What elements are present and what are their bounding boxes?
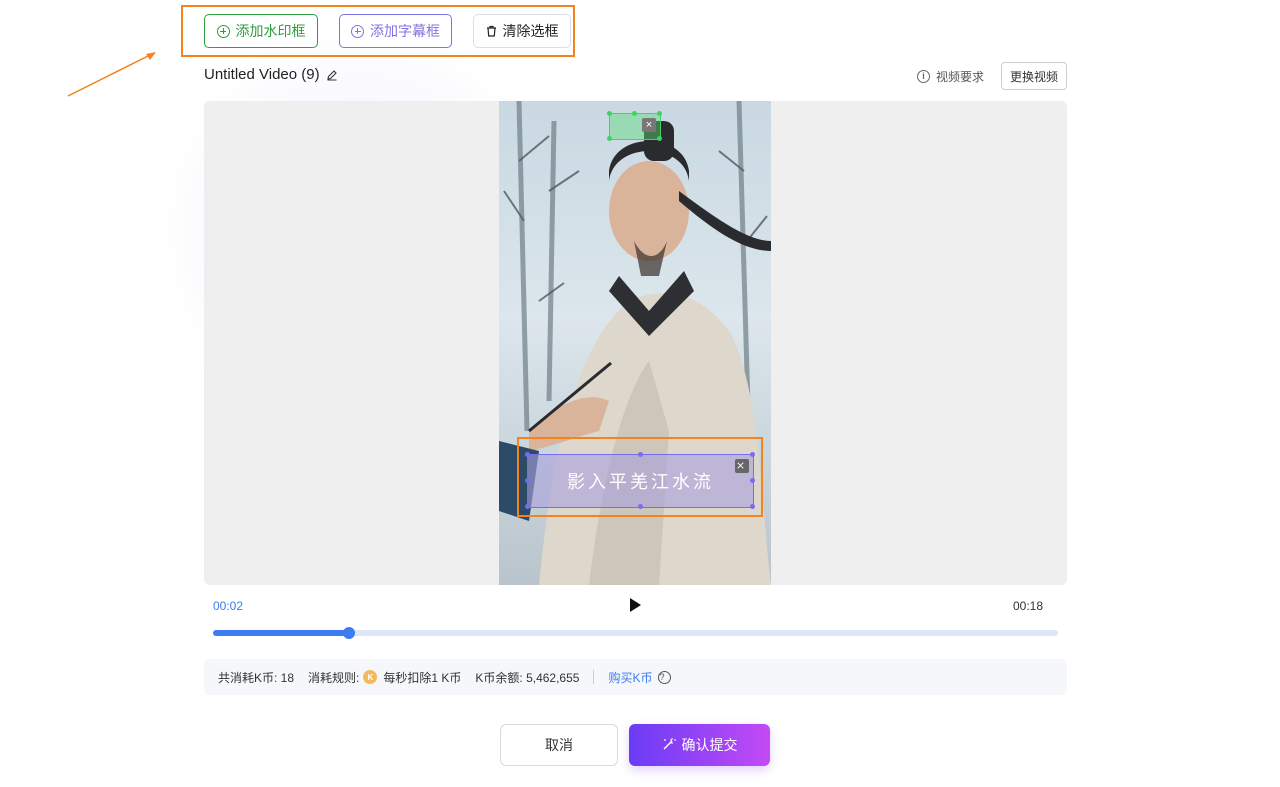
- close-icon[interactable]: ×: [642, 118, 656, 132]
- confirm-submit-button[interactable]: 确认提交: [629, 724, 770, 766]
- subtitle-highlight-box: [517, 437, 763, 517]
- trash-icon: [486, 25, 497, 37]
- resize-handle[interactable]: [657, 136, 662, 141]
- coin-balance: K币余额: 5,462,655: [475, 670, 580, 685]
- cost-rule-value: 每秒扣除1 K币: [383, 670, 462, 685]
- resize-handle[interactable]: [607, 136, 612, 141]
- video-title-row: Untitled Video (9): [204, 66, 338, 83]
- edit-pencil-icon[interactable]: [326, 69, 338, 81]
- progress-handle[interactable]: [343, 627, 356, 639]
- progress-fill: [213, 630, 350, 636]
- plus-circle-icon: [216, 24, 230, 38]
- total-cost: 共消耗K币: 18: [218, 670, 295, 685]
- watermark-selection-box[interactable]: ×: [609, 113, 661, 140]
- confirm-submit-label: 确认提交: [681, 737, 738, 753]
- divider: [593, 670, 595, 684]
- play-icon[interactable]: [629, 598, 641, 617]
- add-watermark-box-button[interactable]: 添加水印框: [204, 14, 318, 48]
- add-subtitle-box-label: 添加字幕框: [370, 23, 440, 39]
- coin-icon: K: [363, 670, 378, 684]
- billing-info-bar: 共消耗K币: 18 消耗规则: K 每秒扣除1 K币 K币余额: 5,462,6…: [204, 659, 1067, 695]
- add-watermark-box-label: 添加水印框: [235, 23, 306, 39]
- replace-video-button[interactable]: 更换视频: [1001, 62, 1067, 90]
- progress-track[interactable]: [213, 627, 1058, 639]
- magic-wand-icon: [662, 737, 676, 754]
- cancel-button[interactable]: 取消: [500, 724, 618, 766]
- resize-handle[interactable]: [657, 111, 662, 116]
- total-time: 00:18: [1013, 599, 1044, 613]
- current-time: 00:02: [213, 599, 244, 613]
- cost-rule: 消耗规则: K 每秒扣除1 K币: [308, 669, 461, 686]
- video-title: Untitled Video (9): [204, 66, 320, 83]
- video-requirements-label: 视频要求: [936, 70, 985, 84]
- cost-rule-label: 消耗规则:: [308, 670, 360, 685]
- clear-selection-label: 清除选框: [502, 23, 559, 39]
- resize-handle[interactable]: [607, 111, 612, 116]
- clear-selection-button[interactable]: 清除选框: [473, 14, 571, 48]
- video-preview-stage: × 影入平羌江水流 ×: [204, 101, 1067, 585]
- add-subtitle-box-button[interactable]: 添加字幕框: [339, 14, 452, 48]
- help-question-icon[interactable]: ?: [658, 670, 672, 684]
- annotation-arrow-toolbar: [67, 52, 156, 97]
- video-requirements-link[interactable]: i 视频要求: [917, 68, 984, 85]
- buy-coins-link[interactable]: 购买K币: [608, 669, 652, 686]
- plus-circle-icon: [351, 24, 364, 38]
- info-icon: i: [917, 70, 930, 83]
- resize-handle[interactable]: [632, 111, 637, 116]
